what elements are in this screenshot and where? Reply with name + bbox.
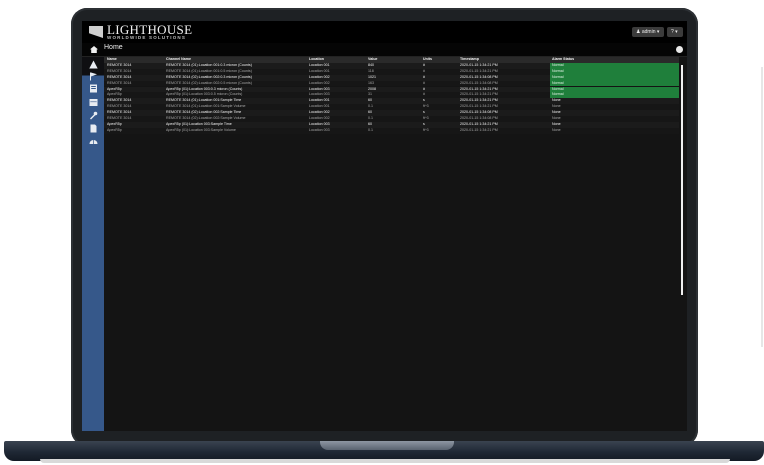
sidebar-item-documents[interactable] <box>88 124 98 133</box>
sidebar-item-alarms[interactable] <box>88 60 98 69</box>
table-cell: 2020-01-15 1:34:21 PM <box>460 127 498 132</box>
table-scrollbar[interactable] <box>679 57 687 431</box>
laptop-notch <box>320 441 454 450</box>
table-cell: Location 003 <box>309 127 330 132</box>
sidebar-item-reports[interactable] <box>88 84 98 93</box>
table-cell: ApexR5p <box>107 127 122 132</box>
help-menu-button[interactable]: ? ▾ <box>667 27 683 37</box>
channel-table: Name Channel Name Location Value Units T… <box>104 57 680 431</box>
wrench-icon <box>89 111 97 120</box>
page-edge-line <box>761 67 763 347</box>
top-bar: LIGHTHOUSE WORLDWIDE SOLUTIONS ♟ admin ▾… <box>82 21 687 43</box>
sidebar <box>82 57 104 431</box>
table-row[interactable]: ApexR5p ApexR5p (01):Location 003:Sample … <box>104 127 679 134</box>
user-icon: ♟ <box>636 29 641 35</box>
brand-tagline: WORLDWIDE SOLUTIONS <box>107 35 187 40</box>
nav-bar: Home <box>82 43 687 57</box>
report-icon <box>89 84 97 93</box>
sidebar-item-locations[interactable] <box>88 72 98 81</box>
close-icon[interactable] <box>676 46 683 53</box>
page-title: Home <box>104 44 123 51</box>
home-icon[interactable] <box>90 46 98 53</box>
lighthouse-logo-icon <box>89 26 103 38</box>
table-cell: 0.1 <box>368 127 373 132</box>
user-label: admin <box>641 29 656 35</box>
flag-icon <box>89 72 97 81</box>
gauge-icon <box>89 140 97 144</box>
help-icon: ? <box>671 29 674 35</box>
laptop-shadow <box>40 459 730 463</box>
table-cell: ApexR5p (01):Location 003:Sample Volume <box>166 127 236 132</box>
warning-icon <box>88 60 98 69</box>
sidebar-item-data[interactable] <box>88 98 98 107</box>
table-icon <box>89 99 97 106</box>
scrollbar-thumb[interactable] <box>681 65 683 295</box>
sidebar-item-tools[interactable] <box>88 111 98 120</box>
user-menu-caret: ▾ <box>656 29 660 35</box>
document-icon <box>90 124 96 133</box>
table-cell: None <box>552 127 561 132</box>
help-menu-caret: ▾ <box>675 29 678 35</box>
user-menu-button[interactable]: ♟ admin ▾ <box>632 27 664 37</box>
table-cell: ft^3 <box>423 127 429 132</box>
sidebar-item-dashboard[interactable] <box>88 137 98 146</box>
app-screen: LIGHTHOUSE WORLDWIDE SOLUTIONS ♟ admin ▾… <box>82 21 687 431</box>
